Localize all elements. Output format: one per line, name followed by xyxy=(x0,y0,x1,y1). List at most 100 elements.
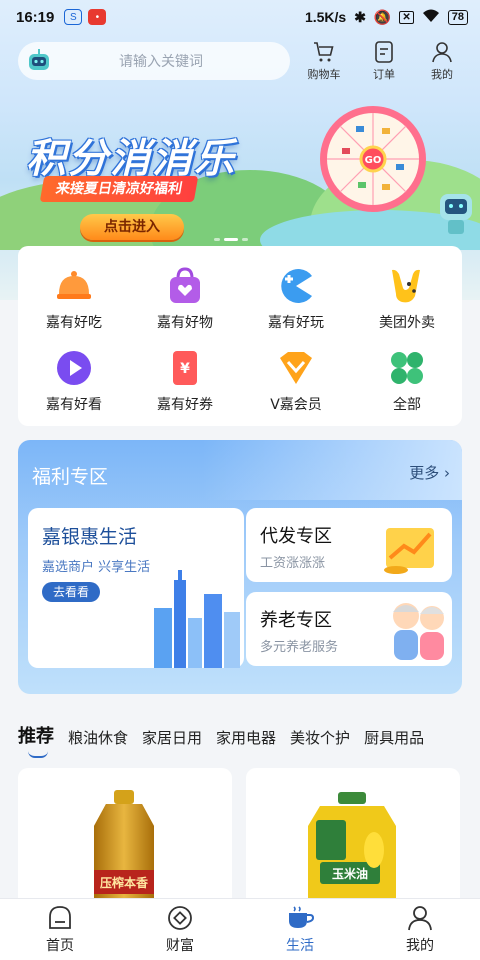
sim-icon: ✕ xyxy=(399,10,414,24)
service-item[interactable]: 美团外卖 xyxy=(357,266,457,332)
coffee-icon xyxy=(289,906,314,928)
welfare-card-payroll[interactable]: 代发专区 工资涨涨涨 xyxy=(246,508,452,582)
product-card[interactable]: 玉米油 xyxy=(246,768,460,908)
service-label: 嘉有好玩 xyxy=(268,315,324,331)
welfare-more-link[interactable]: 更多 › xyxy=(409,462,450,483)
svg-text:¥: ¥ xyxy=(180,361,190,377)
nav-mine[interactable]: 我的 xyxy=(360,899,480,960)
payroll-card-subtitle: 工资涨涨涨 xyxy=(260,556,326,571)
service-item[interactable]: 嘉有好玩 xyxy=(246,266,346,332)
battery-icon: 78 xyxy=(447,9,468,25)
chevron-right-icon: › xyxy=(444,464,450,482)
service-label: 嘉有好吃 xyxy=(46,315,102,331)
mine-label: 我的 xyxy=(431,68,453,81)
mascot-robot-icon xyxy=(440,194,472,234)
service-item[interactable]: 嘉有好物 xyxy=(135,266,235,332)
all-icon xyxy=(391,352,423,384)
service-item[interactable]: 嘉有好吃 xyxy=(24,266,124,332)
service-item[interactable]: 全部 xyxy=(357,348,457,414)
bluetooth-icon: ✱ xyxy=(354,8,366,25)
more-label: 更多 xyxy=(409,464,440,482)
main-card-title: 嘉银惠生活 xyxy=(42,526,138,548)
order-label: 订单 xyxy=(373,68,395,81)
tab-category[interactable]: 厨具用品 xyxy=(364,727,424,748)
banner-enter-button[interactable]: 点击进入 xyxy=(80,214,184,240)
money-chart-icon xyxy=(384,528,434,574)
nav-home-label: 首页 xyxy=(46,938,74,954)
welfare-title: 福利专区 xyxy=(32,466,109,488)
network-speed: 1.5K/s xyxy=(304,9,347,25)
tab-category[interactable]: 家居日用 xyxy=(142,727,202,748)
vip-icon xyxy=(280,352,312,384)
status-time: 16:19 xyxy=(16,8,55,26)
home-icon xyxy=(49,906,71,929)
user-icon xyxy=(432,42,452,63)
prize-wheel-icon: GO xyxy=(320,106,426,212)
pager-dot-active xyxy=(224,238,238,241)
oil-bottle-image: 压榨本香 xyxy=(94,790,154,908)
tab-recommend[interactable]: 推荐 xyxy=(18,722,54,758)
product-label: 玉米油 xyxy=(332,866,368,881)
wheel-go-label: GO xyxy=(365,155,382,166)
app-notification-icon-2: • xyxy=(88,9,107,25)
service-label: 嘉有好物 xyxy=(157,315,213,331)
search-placeholder: 请输入关键词 xyxy=(119,54,203,70)
service-item[interactable]: 嘉有好看 xyxy=(24,348,124,414)
nav-wealth[interactable]: 财富 xyxy=(120,899,240,960)
promo-banner[interactable]: 积分消消乐 来接夏日清凉好福利 点击进入 GO xyxy=(0,90,480,250)
payroll-card-title: 代发专区 xyxy=(260,526,332,547)
search-bar[interactable]: 请输入关键词 xyxy=(18,42,290,80)
oil-bottle-image: 玉米油 xyxy=(308,792,396,908)
cart-label: 购物车 xyxy=(307,68,341,81)
bottom-navigation: 首页 财富 生活 我的 xyxy=(0,898,480,960)
game-icon xyxy=(281,269,312,303)
welfare-section: 福利专区 更多 › 嘉银惠生活 嘉选商户 兴享生活 去看看 代发专区 工资涨涨涨… xyxy=(18,440,462,694)
play-icon xyxy=(57,351,91,385)
coupon-icon: ¥ xyxy=(173,351,197,385)
robot-mascot-icon xyxy=(29,49,49,70)
main-card-go-button[interactable]: 去看看 xyxy=(42,582,100,602)
nav-wealth-label: 财富 xyxy=(166,938,194,954)
banner-pager xyxy=(214,238,248,241)
product-card[interactable]: 压榨本香 xyxy=(18,768,232,908)
service-label: 嘉有好看 xyxy=(46,397,102,413)
category-tabs: 推荐 粮油休食 家居日用 家用电器 美妆个护 厨具用品 xyxy=(18,722,438,758)
pager-dot xyxy=(242,238,248,241)
wifi-icon xyxy=(422,9,440,26)
city-buildings-icon xyxy=(154,570,240,668)
order-button[interactable]: 订单 xyxy=(354,40,414,82)
services-grid: 嘉有好吃 嘉有好物 嘉有好玩 美团外卖 嘉有好看 ¥ 嘉有好券 V嘉会员 全部 xyxy=(18,246,462,426)
cart-button[interactable]: 购物车 xyxy=(294,40,354,82)
pension-card-title: 养老专区 xyxy=(260,610,332,631)
shopping-bag-icon xyxy=(170,267,200,303)
tab-category[interactable]: 粮油休食 xyxy=(68,727,128,748)
status-bar: 16:19 S • 1.5K/s ✱ 🔕 ✕ 78 xyxy=(0,0,480,34)
pension-card-subtitle: 多元养老服务 xyxy=(260,640,339,655)
wealth-icon xyxy=(168,906,192,930)
service-label: V嘉会员 xyxy=(270,397,322,413)
nav-mine-label: 我的 xyxy=(406,938,434,954)
nav-home[interactable]: 首页 xyxy=(0,899,120,960)
welfare-card-pension[interactable]: 养老专区 多元养老服务 xyxy=(246,592,452,666)
nav-life[interactable]: 生活 xyxy=(240,899,360,960)
mute-icon: 🔕 xyxy=(373,8,392,25)
service-item[interactable]: V嘉会员 xyxy=(246,348,346,414)
app-notification-icon: S xyxy=(64,9,83,25)
food-cloche-icon xyxy=(57,271,91,299)
cart-icon xyxy=(314,42,334,62)
tab-category[interactable]: 家用电器 xyxy=(216,727,276,748)
main-card-subtitle: 嘉选商户 兴享生活 xyxy=(42,560,151,575)
service-item[interactable]: ¥ 嘉有好券 xyxy=(135,348,235,414)
service-label: 嘉有好券 xyxy=(157,397,213,413)
mine-button[interactable]: 我的 xyxy=(412,40,472,82)
banner-subtitle: 来接夏日清凉好福利 xyxy=(39,176,199,202)
order-icon xyxy=(375,41,393,63)
profile-icon xyxy=(408,906,432,931)
welfare-main-card[interactable]: 嘉银惠生活 嘉选商户 兴享生活 去看看 xyxy=(28,508,244,668)
pager-dot xyxy=(214,238,220,241)
tab-category[interactable]: 美妆个护 xyxy=(290,727,350,748)
elderly-couple-icon xyxy=(393,603,444,660)
service-label: 美团外卖 xyxy=(379,315,435,331)
meituan-icon xyxy=(392,269,420,303)
nav-life-label: 生活 xyxy=(286,938,314,954)
